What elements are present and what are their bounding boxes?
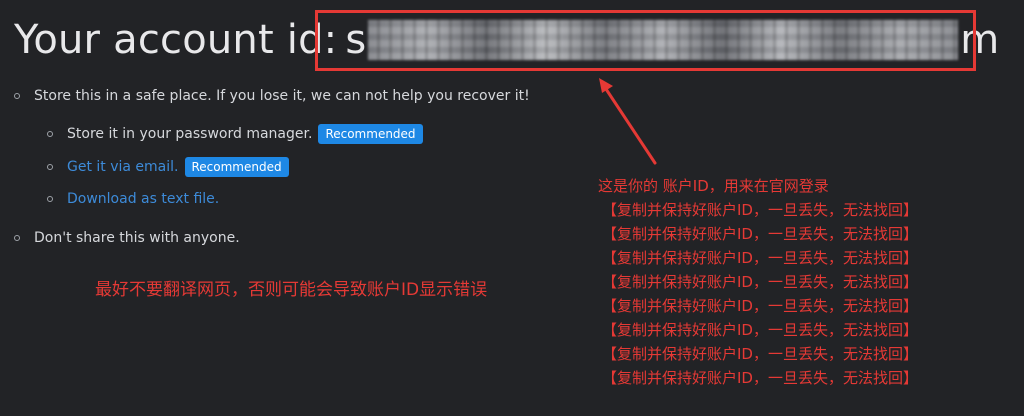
- annotation-repeat-line: 【复制并保持好账户ID，一旦丢失，无法找回】: [602, 345, 918, 363]
- bullet-circle-icon: [14, 235, 20, 241]
- annotation-repeat-line: 【复制并保持好账户ID，一旦丢失，无法找回】: [602, 249, 918, 267]
- list-item-store-safe: Store this in a safe place. If you lose …: [14, 88, 530, 104]
- annotation-repeat-line: 【复制并保持好账户ID，一旦丢失，无法找回】: [602, 297, 918, 315]
- list-item-download: Download as text file.: [47, 191, 219, 207]
- translation-warning-note: 最好不要翻译网页，否则可能会导致账户ID显示错误: [95, 280, 488, 300]
- list-item-dont-share: Don't share this with anyone.: [14, 230, 240, 246]
- bullet-circle-icon: [47, 164, 53, 170]
- account-id-annotation: 这是你的 账户ID，用来在官网登录 【复制并保持好账户ID，一旦丢失，无法找回】…: [598, 174, 918, 390]
- store-safe-text: Store this in a safe place. If you lose …: [34, 88, 530, 104]
- recommended-badge: Recommended: [184, 157, 289, 177]
- annotation-repeat-line: 【复制并保持好账户ID，一旦丢失，无法找回】: [602, 273, 918, 291]
- list-item-password-manager: Store it in your password manager. Recom…: [47, 124, 423, 144]
- bullet-circle-icon: [14, 93, 20, 99]
- list-item-email: Get it via email. Recommended: [47, 157, 289, 177]
- password-manager-text: Store it in your password manager.: [67, 126, 313, 142]
- annotation-repeat-line: 【复制并保持好账户ID，一旦丢失，无法找回】: [602, 369, 918, 387]
- annotation-headline: 这是你的 账户ID，用来在官网登录: [598, 177, 829, 195]
- annotation-repeat-line: 【复制并保持好账户ID，一旦丢失，无法找回】: [602, 201, 918, 219]
- get-via-email-link[interactable]: Get it via email.: [67, 159, 179, 175]
- annotation-repeat-line: 【复制并保持好账户ID，一旦丢失，无法找回】: [602, 321, 918, 339]
- account-id-page: Your account id: s m Store this in a saf…: [0, 0, 1024, 416]
- download-text-file-link[interactable]: Download as text file.: [67, 191, 219, 207]
- bullet-circle-icon: [47, 131, 53, 137]
- dont-share-text: Don't share this with anyone.: [34, 230, 240, 246]
- annotation-repeat-line: 【复制并保持好账户ID，一旦丢失，无法找回】: [602, 225, 918, 243]
- recommended-badge: Recommended: [318, 124, 423, 144]
- bullet-circle-icon: [47, 196, 53, 202]
